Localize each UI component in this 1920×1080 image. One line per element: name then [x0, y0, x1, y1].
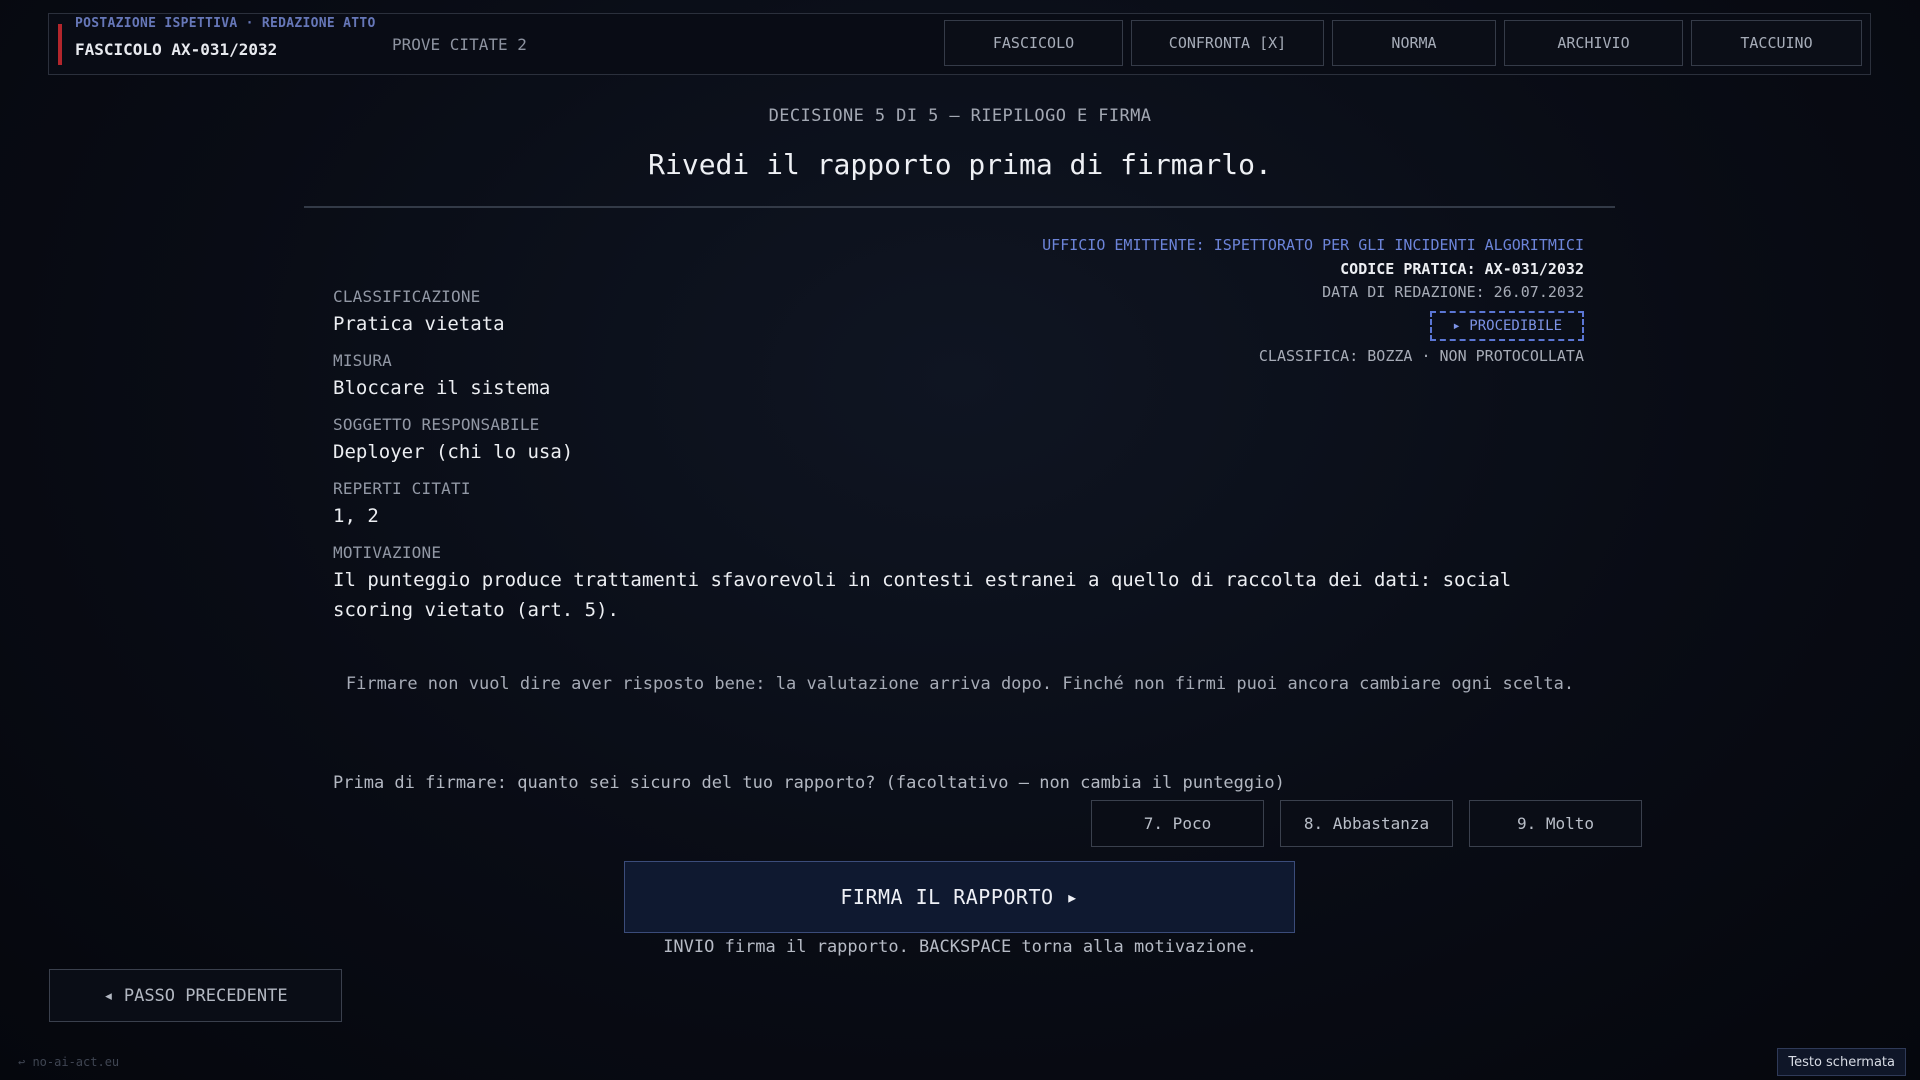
- footer-link[interactable]: ↩ no-ai-act.eu: [18, 1055, 119, 1069]
- field-value: 1, 2: [333, 505, 379, 527]
- case-code: CODICE PRATICA: AX-031/2032: [1340, 259, 1584, 278]
- nav-fascicolo-button[interactable]: FASCICOLO: [944, 20, 1123, 66]
- field-soggetto: SOGGETTO RESPONSABILE Deployer (chi lo u…: [333, 415, 1593, 467]
- field-label: MISURA: [333, 351, 392, 370]
- field-value: Pratica vietata: [333, 313, 505, 335]
- breadcrumb: POSTAZIONE ISPETTIVA · REDAZIONE ATTO: [75, 16, 376, 31]
- page-title: Rivedi il rapporto prima di firmarlo.: [648, 148, 1272, 181]
- field-label: SOGGETTO RESPONSABILE: [333, 415, 540, 434]
- nav-confronta-button[interactable]: CONFRONTA [X]: [1131, 20, 1324, 66]
- evidence-count: PROVE CITATE 2: [392, 35, 527, 54]
- field-motivazione: MOTIVAZIONE Il punteggio produce trattam…: [333, 543, 1593, 625]
- field-misura: MISURA Bloccare il sistema: [333, 351, 1593, 403]
- accent-bar: [58, 24, 62, 65]
- field-value: Deployer (chi lo usa): [333, 441, 574, 463]
- field-classificazione: CLASSIFICAZIONE Pratica vietata: [333, 287, 1593, 339]
- field-reperti: REPERTI CITATI 1, 2: [333, 479, 1593, 531]
- keyboard-hint: INVIO firma il rapporto. BACKSPACE torna…: [663, 937, 1257, 957]
- previous-step-button[interactable]: ◂ PASSO PRECEDENTE: [49, 969, 342, 1022]
- screen-text-button[interactable]: Testo schermata: [1777, 1048, 1906, 1076]
- confidence-question: Prima di firmare: quanto sei sicuro del …: [333, 773, 1285, 793]
- divider: [304, 206, 1615, 208]
- report-summary: CLASSIFICAZIONE Pratica vietata MISURA B…: [333, 287, 1593, 637]
- signing-notice: Firmare non vuol dire aver risposto bene…: [345, 674, 1575, 694]
- sign-report-button[interactable]: FIRMA IL RAPPORTO ▸: [624, 861, 1295, 933]
- nav-norma-button[interactable]: NORMA: [1332, 20, 1496, 66]
- confidence-high-button[interactable]: 9. Molto: [1469, 800, 1642, 847]
- case-id: FASCICOLO AX-031/2032: [75, 40, 278, 59]
- nav-taccuino-button[interactable]: TACCUINO: [1691, 20, 1862, 66]
- field-value: Il punteggio produce trattamenti sfavore…: [333, 569, 1512, 621]
- field-label: REPERTI CITATI: [333, 479, 471, 498]
- issuer-office: UFFICIO EMITTENTE: ISPETTORATO PER GLI I…: [1042, 236, 1584, 254]
- field-label: MOTIVAZIONE: [333, 543, 442, 562]
- field-label: CLASSIFICAZIONE: [333, 287, 481, 306]
- confidence-medium-button[interactable]: 8. Abbastanza: [1280, 800, 1453, 847]
- confidence-low-button[interactable]: 7. Poco: [1091, 800, 1264, 847]
- nav-archivio-button[interactable]: ARCHIVIO: [1504, 20, 1683, 66]
- step-indicator: DECISIONE 5 DI 5 — RIEPILOGO E FIRMA: [768, 106, 1152, 126]
- top-bar: POSTAZIONE ISPETTIVA · REDAZIONE ATTO FA…: [48, 13, 1871, 75]
- field-value: Bloccare il sistema: [333, 377, 551, 399]
